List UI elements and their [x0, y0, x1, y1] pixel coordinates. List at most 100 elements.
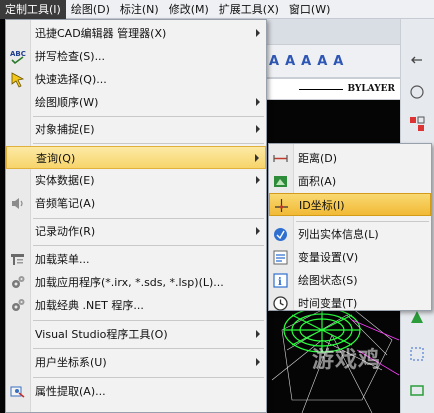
- submenu-arrow-icon: [256, 227, 260, 235]
- submenu-item-time-variable[interactable]: 时间变量(T): [269, 292, 431, 315]
- menu-item-ucs[interactable]: 用户坐标系(U): [6, 351, 266, 374]
- variable-settings-icon: [272, 249, 289, 266]
- stack-icon[interactable]: [408, 381, 426, 399]
- menu-item-label: 记录动作(R): [35, 225, 96, 238]
- menu-separator: [33, 245, 264, 246]
- svg-text:ABC: ABC: [10, 50, 26, 58]
- query-submenu: 距离(D) 面积(A) ID坐标(I) 列出实体信息(L) 变量设置(V) i …: [268, 143, 432, 311]
- drawing-status-icon: i: [272, 272, 289, 289]
- menu-separator: [33, 320, 264, 321]
- grid-select-icon[interactable]: [408, 115, 426, 133]
- submenu-arrow-icon: [255, 154, 259, 162]
- menu-item-label: 快速选择(Q)...: [35, 73, 107, 86]
- menu-item-load-menu[interactable]: 加载菜单...: [6, 248, 266, 271]
- menu-item-label: 绘图状态(S): [298, 274, 358, 287]
- menu-item-label: 对象捕捉(E): [35, 123, 95, 136]
- text-style-icon[interactable]: A: [301, 54, 311, 69]
- menu-item-label: 距离(D): [298, 152, 338, 165]
- menu-item-load-net-program[interactable]: 加载经典 .NET 程序...: [6, 294, 266, 317]
- menu-separator: [33, 143, 264, 144]
- arrow-left-icon[interactable]: [408, 51, 426, 69]
- menu-item-label: 音频笔记(A): [35, 197, 96, 210]
- speaker-icon: [9, 195, 26, 212]
- svg-text:i: i: [278, 277, 282, 288]
- spellcheck-icon: ABC: [9, 48, 26, 65]
- text-style-icon[interactable]: A: [285, 54, 295, 69]
- text-style-icon[interactable]: A: [317, 54, 327, 69]
- menu-item-label: 加载经典 .NET 程序...: [35, 299, 144, 312]
- linetype-toolbar: BYLAYER: [262, 78, 402, 100]
- linetype-sample: [299, 88, 344, 90]
- text-toolbar: A A A A A: [262, 44, 402, 78]
- submenu-item-variable-settings[interactable]: 变量设置(V): [269, 246, 431, 269]
- submenu-item-area[interactable]: 面积(A): [269, 170, 431, 193]
- menu-item-visual-studio-tools[interactable]: Visual Studio程序工具(O): [6, 323, 266, 346]
- menu-item-draw-order[interactable]: 绘图顺序(W): [6, 91, 266, 114]
- menu-item-object-snap[interactable]: 对象捕捉(E): [6, 118, 266, 141]
- submenu-arrow-icon: [256, 330, 260, 338]
- gear-icon: [9, 274, 26, 291]
- menu-item-cad-manager[interactable]: 迅捷CAD编辑器 管理器(X): [6, 22, 266, 45]
- menu-customize-tools[interactable]: 定制工具(I): [0, 0, 66, 19]
- menu-draw[interactable]: 绘图(D): [66, 0, 115, 19]
- menu-item-label: Visual Studio程序工具(O): [35, 328, 168, 341]
- area-icon: [272, 173, 289, 190]
- id-coordinate-icon: [273, 197, 290, 214]
- menu-item-label: 迅捷CAD编辑器 管理器(X): [35, 27, 167, 40]
- menu-item-label: 时间变量(T): [298, 297, 358, 310]
- text-style-icon[interactable]: A: [333, 54, 343, 69]
- menu-separator: [33, 218, 264, 219]
- menu-item-label: 绘图顺序(W): [35, 96, 99, 109]
- watermark: 游戏鸡: [312, 348, 382, 373]
- menu-extend-tools[interactable]: 扩展工具(X): [214, 0, 284, 19]
- menu-item-entity-data[interactable]: 实体数据(E): [6, 169, 266, 192]
- menu-separator: [296, 221, 429, 222]
- menu-item-label: 面积(A): [298, 175, 337, 188]
- menu-separator: [33, 377, 264, 378]
- menu-item-label: 列出实体信息(L): [298, 228, 379, 241]
- text-style-icon[interactable]: A: [269, 54, 279, 69]
- menu-item-quick-select[interactable]: 快速选择(Q)...: [6, 68, 266, 91]
- distance-icon: [272, 150, 289, 167]
- menu-separator: [33, 348, 264, 349]
- quick-select-icon: [9, 71, 26, 88]
- menu-item-label: 加载应用程序(*.irx, *.sds, *.lsp)(L)...: [35, 276, 224, 289]
- menu-item-spellcheck[interactable]: ABC 拼写检查(S)...: [6, 45, 266, 68]
- menu-item-audio-note[interactable]: 音频笔记(A): [6, 192, 266, 215]
- menu-modify[interactable]: 修改(M): [164, 0, 214, 19]
- submenu-item-drawing-status[interactable]: i 绘图状态(S): [269, 269, 431, 292]
- linetype-label[interactable]: BYLAYER: [347, 84, 395, 94]
- submenu-arrow-icon: [256, 29, 260, 37]
- menu-window[interactable]: 窗口(W): [284, 0, 335, 19]
- menu-item-label: 属性提取(A)...: [35, 385, 106, 398]
- menu-item-label: 用户坐标系(U): [35, 356, 107, 369]
- menu-item-load-application[interactable]: 加载应用程序(*.irx, *.sds, *.lsp)(L)...: [6, 271, 266, 294]
- menu-item-label: 加载菜单...: [35, 253, 90, 266]
- attribute-extract-icon: [9, 383, 26, 400]
- menu-item-record-action[interactable]: 记录动作(R): [6, 220, 266, 243]
- dashed-box-icon[interactable]: [408, 345, 426, 363]
- clock-icon: [272, 295, 289, 312]
- list-info-icon: [272, 226, 289, 243]
- submenu-arrow-icon: [256, 125, 260, 133]
- submenu-arrow-icon: [256, 176, 260, 184]
- menu-item-label: ID坐标(I): [299, 199, 345, 212]
- menubar: 定制工具(I) 绘图(D) 标注(N) 修改(M) 扩展工具(X) 窗口(W): [0, 0, 434, 19]
- submenu-item-id-coordinate[interactable]: ID坐标(I): [269, 193, 431, 216]
- circle-icon[interactable]: [408, 83, 426, 101]
- menu-item-label: 变量设置(V): [298, 251, 359, 264]
- menu-item-label: 拼写检查(S)...: [35, 50, 106, 63]
- menu-item-label: 实体数据(E): [35, 174, 95, 187]
- menu-separator: [33, 116, 264, 117]
- submenu-arrow-icon: [256, 98, 260, 106]
- menu-item-query[interactable]: 查询(Q): [6, 146, 266, 169]
- submenu-item-distance[interactable]: 距离(D): [269, 147, 431, 170]
- submenu-item-list-info[interactable]: 列出实体信息(L): [269, 223, 431, 246]
- customize-tools-dropdown: 迅捷CAD编辑器 管理器(X) ABC 拼写检查(S)... 快速选择(Q)..…: [5, 19, 267, 413]
- menu-item-label: 查询(Q): [36, 152, 76, 165]
- submenu-arrow-icon: [256, 358, 260, 366]
- gear-icon: [9, 297, 26, 314]
- menu-dimension[interactable]: 标注(N): [115, 0, 164, 19]
- load-menu-icon: [9, 251, 26, 268]
- menu-item-attribute-extract[interactable]: 属性提取(A)...: [6, 380, 266, 403]
